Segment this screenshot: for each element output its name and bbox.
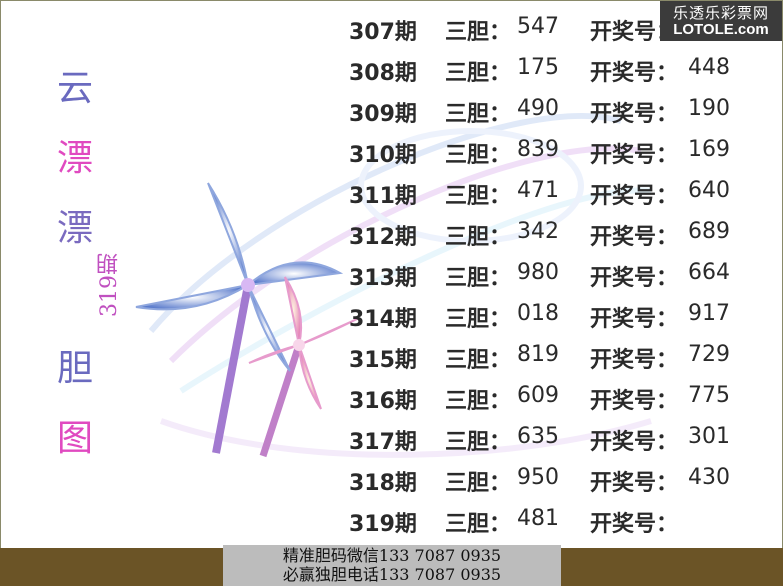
brand-badge[interactable]: 乐透乐彩票网 LOTOLE.com (660, 1, 782, 41)
current-period-label: 319期 (97, 253, 122, 317)
draw-value: 448 (688, 55, 730, 80)
period-label: 318期 (349, 471, 417, 496)
draw-label: 开奖号： (590, 225, 679, 250)
three-label: 三胆： (445, 471, 512, 496)
three-value: 635 (517, 424, 559, 449)
three-value: 342 (517, 219, 559, 244)
draw-value: 169 (688, 137, 730, 162)
three-label: 三胆： (445, 430, 512, 455)
period-label: 310期 (349, 143, 417, 168)
three-label: 三胆： (445, 348, 512, 373)
draw-label: 开奖号： (590, 512, 679, 537)
period-label: 309期 (349, 102, 417, 127)
three-value: 819 (517, 342, 559, 367)
three-value: 481 (517, 506, 559, 531)
draw-label: 开奖号： (590, 102, 679, 127)
period-label: 311期 (349, 184, 417, 209)
title-char-1: 云 (56, 68, 93, 109)
draw-label: 开奖号： (590, 307, 679, 332)
draw-label: 开奖号： (590, 143, 679, 168)
brand-url: LOTOLE.com (673, 21, 769, 38)
draw-label: 开奖号： (590, 184, 679, 209)
period-label: 314期 (349, 307, 417, 332)
three-label: 三胆： (445, 266, 512, 291)
three-label: 三胆： (445, 20, 512, 45)
three-label: 三胆： (445, 143, 512, 168)
three-value: 547 (517, 14, 559, 39)
contact-wechat: 精准胆码微信133 7087 0935 (282, 546, 502, 565)
three-label: 三胆： (445, 307, 512, 332)
title-char-5: 图 (56, 418, 93, 459)
title-char-4: 胆 (56, 348, 93, 389)
poster-frame: 云 漂 漂 胆 图 319期 307期 三胆： 547 开奖号： 308期 三胆： 175 开… (0, 0, 783, 550)
draw-label: 开奖号： (590, 430, 679, 455)
three-value: 175 (517, 55, 559, 80)
period-label: 313期 (349, 266, 417, 291)
draw-value: 729 (688, 342, 730, 367)
brand-name: 乐透乐彩票网 (672, 4, 769, 22)
title-char-3: 漂 (56, 208, 93, 249)
period-label: 317期 (349, 430, 417, 455)
draw-label: 开奖号： (590, 348, 679, 373)
three-value: 609 (517, 383, 559, 408)
draw-value: 190 (688, 96, 730, 121)
three-value: 950 (517, 465, 559, 490)
three-label: 三胆： (445, 102, 512, 127)
period-label: 319期 (349, 512, 417, 537)
three-value: 839 (517, 137, 559, 162)
period-label: 315期 (349, 348, 417, 373)
draw-value: 689 (688, 219, 730, 244)
period-label: 316期 (349, 389, 417, 414)
period-label: 308期 (349, 61, 417, 86)
three-value: 471 (517, 178, 559, 203)
draw-label: 开奖号： (590, 266, 679, 291)
three-value: 980 (517, 260, 559, 285)
draw-value: 640 (688, 178, 730, 203)
period-label: 312期 (349, 225, 417, 250)
draw-label: 开奖号： (590, 389, 679, 414)
three-label: 三胆： (445, 512, 512, 537)
draw-label: 开奖号： (590, 471, 679, 496)
period-label: 307期 (349, 20, 417, 45)
draw-value: 301 (688, 424, 730, 449)
three-label: 三胆： (445, 184, 512, 209)
three-label: 三胆： (445, 61, 512, 86)
title-char-2: 漂 (56, 138, 93, 179)
three-value: 490 (517, 96, 559, 121)
draw-value: 430 (688, 465, 730, 490)
contact-box: 精准胆码微信133 7087 0935 必赢独胆电话133 7087 0935 (223, 545, 561, 586)
draw-value: 664 (688, 260, 730, 285)
draw-value: 775 (688, 383, 730, 408)
three-label: 三胆： (445, 389, 512, 414)
contact-phone: 必赢独胆电话133 7087 0935 (282, 565, 502, 584)
three-label: 三胆： (445, 225, 512, 250)
draw-label: 开奖号： (590, 61, 679, 86)
draw-value: 917 (688, 301, 730, 326)
three-value: 018 (517, 301, 559, 326)
